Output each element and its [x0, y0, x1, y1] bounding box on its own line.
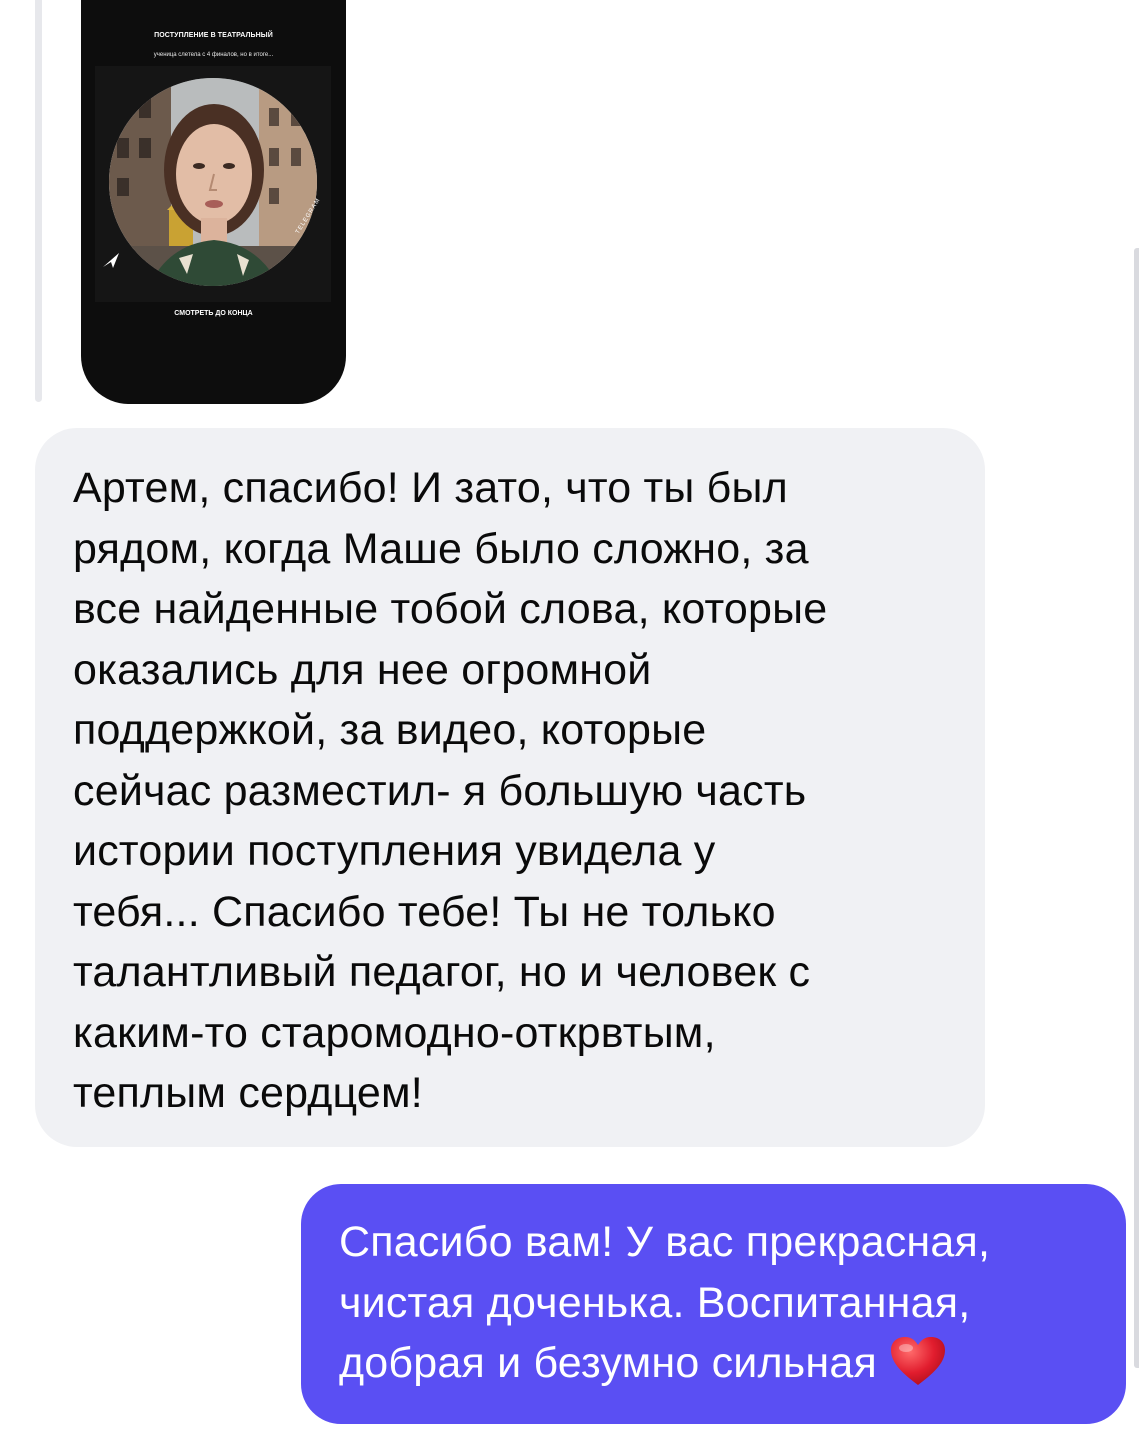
reply-quote-bar — [35, 0, 42, 402]
scrollbar[interactable] — [1134, 248, 1139, 1368]
story-subtitle: ученица слетела с 4 финалов, но в итоге.… — [153, 52, 274, 58]
story-video-frame[interactable]: TELEGRAM — [95, 66, 331, 302]
watch-till-end-link[interactable]: СМОТРЕТЬ ДО КОНЦА — [81, 310, 346, 317]
video-thumbnail-image — [109, 78, 317, 286]
outgoing-message-text: Спасибо вам! У вас прекрасная, чистая до… — [339, 1212, 1096, 1394]
story-preview-card[interactable]: ПОСТУПЛЕНИЕ В ТЕАТРАЛЬНЫЙ ученица слетел… — [81, 0, 346, 404]
video-message-circle[interactable] — [109, 78, 317, 286]
heart-emoji-icon — [890, 1337, 945, 1385]
incoming-message-text: Артем, спасибо! И зато, что ты был рядом… — [73, 464, 828, 1117]
outgoing-message-bubble[interactable]: Спасибо вам! У вас прекрасная, чистая до… — [301, 1184, 1126, 1424]
telegram-arrow-icon — [103, 253, 119, 268]
chat-screen: ПОСТУПЛЕНИЕ В ТЕАТРАЛЬНЫЙ ученица слетел… — [0, 0, 1139, 1442]
incoming-message-bubble[interactable]: Артем, спасибо! И зато, что ты был рядом… — [35, 428, 985, 1147]
story-title: ПОСТУПЛЕНИЕ В ТЕАТРАЛЬНЫЙ — [154, 32, 273, 39]
